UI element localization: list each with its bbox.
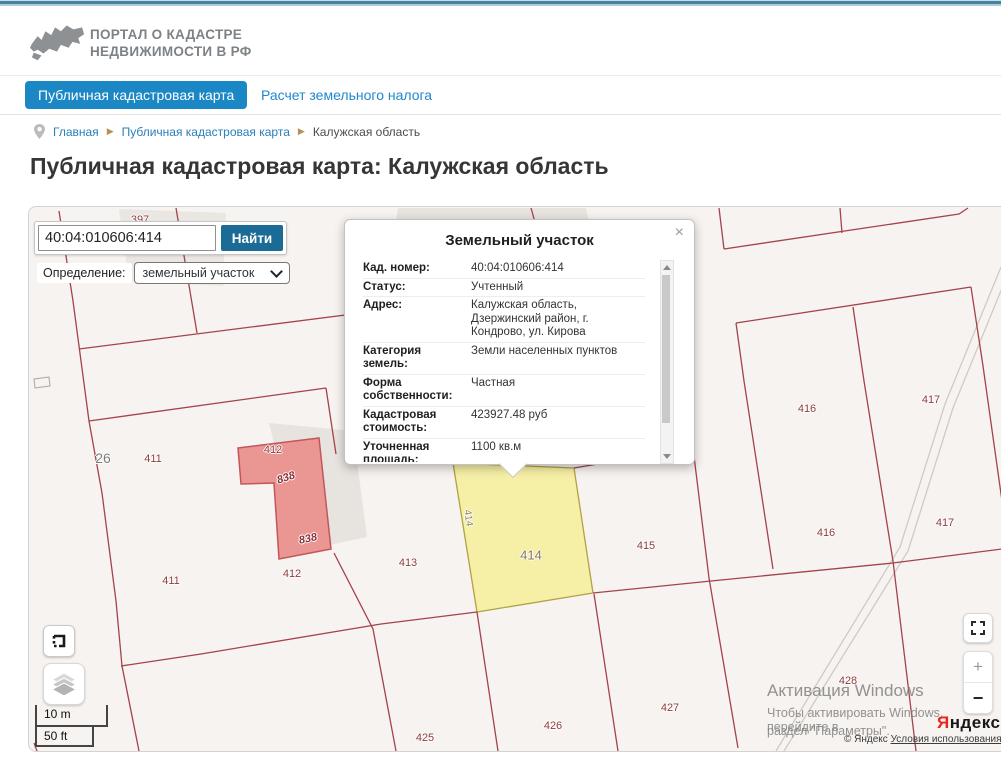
row-label: Кадастровая стоимость: — [363, 408, 437, 435]
layers-icon — [50, 672, 78, 697]
row-value: Учтенный — [471, 280, 524, 293]
definition-filter: Определение: земельный участок — [37, 262, 290, 284]
definition-select-value: земельный участок — [142, 266, 255, 280]
site-title-line2: НЕДВИЖИМОСТИ В РФ — [90, 44, 252, 59]
page: ПОРТАЛ О КАДАСТРЕ НЕДВИЖИМОСТИ В РФ Публ… — [0, 0, 1001, 767]
scrollbar-thumb[interactable] — [662, 275, 670, 423]
breadcrumb-section[interactable]: Публичная кадастровая карта — [122, 125, 290, 139]
row-label: Адрес: — [363, 299, 403, 311]
site-title: ПОРТАЛ О КАДАСТРЕ НЕДВИЖИМОСТИ В РФ — [90, 26, 252, 60]
parcel-label: 411 — [144, 453, 162, 465]
selected-parcel-label: 414 — [520, 547, 542, 563]
yandex-logo: Яндекс — [937, 713, 1000, 733]
parcel-label: 416 — [816, 527, 836, 539]
copyright-text: © Яндекс — [844, 734, 888, 745]
popup-row: Кад. номер: 40:04:010606:414 — [363, 260, 645, 279]
parcel-label: 417 — [921, 394, 941, 406]
area-select-icon — [52, 634, 66, 648]
pin-icon — [34, 124, 45, 139]
row-label: Статус: — [363, 280, 406, 293]
parcel-info-popup: × Земельный участок Кад. номер: 40:04:01… — [344, 219, 695, 479]
yandex-logo-ya: Я — [937, 713, 950, 732]
row-label: Кад. номер: — [363, 262, 430, 274]
popup-rows: Кад. номер: 40:04:010606:414 Статус: Учт… — [363, 260, 645, 462]
scroll-down-icon[interactable] — [663, 454, 671, 459]
site-header: ПОРТАЛ О КАДАСТРЕ НЕДВИЖИМОСТИ В РФ — [0, 6, 1001, 76]
parcel-label: 428 — [838, 675, 858, 687]
popup-row: Категория земель: Земли населенных пункт… — [363, 343, 645, 375]
row-value: 423927.48 руб — [471, 408, 548, 421]
fullscreen-icon — [971, 621, 985, 635]
area-select-button[interactable] — [43, 625, 75, 657]
breadcrumb: Главная ▶ Публичная кадастровая карта ▶ … — [34, 124, 420, 139]
fullscreen-button[interactable] — [963, 613, 993, 643]
selected-parcel-edge-label: 414 — [461, 509, 475, 527]
popup-row: Адрес: Калужская область, Дзержинский ра… — [363, 297, 645, 343]
russia-map-logo-icon — [29, 25, 85, 61]
map-attribution: © Яндекс Условия использования — [844, 734, 1001, 745]
breadcrumb-separator-icon: ▶ — [106, 126, 114, 136]
scale-imperial: 50 ft — [35, 727, 94, 747]
row-value: Калужская область, Дзержинский район, г.… — [471, 299, 589, 338]
search-input[interactable] — [38, 225, 216, 251]
map-canvas[interactable]: 397 26 411 411 412 412 838 838 413 414 4… — [28, 206, 1001, 752]
parcel-label: 417 — [935, 517, 955, 529]
popup-row: Кадастровая стоимость: 423927.48 руб — [363, 407, 645, 439]
tab-land-tax-calculation[interactable]: Расчет земельного налога — [261, 81, 432, 109]
parcel-label: 26 — [95, 450, 111, 466]
breadcrumb-separator-icon: ▶ — [297, 126, 305, 136]
tab-bar: Публичная кадастровая карта Расчет земел… — [0, 76, 1001, 115]
zoom-in-button[interactable]: + — [964, 652, 992, 683]
yandex-logo-rest: ндекс — [949, 713, 1001, 732]
scale-metric: 10 m — [35, 705, 108, 727]
site-title-line1: ПОРТАЛ О КАДАСТРЕ — [90, 27, 243, 42]
popup-row: Уточненная площадь: 1100 кв.м — [363, 439, 645, 463]
parcel-label: 413 — [398, 557, 418, 569]
breadcrumb-home[interactable]: Главная — [53, 125, 99, 139]
row-label: Форма собственности: — [363, 376, 453, 403]
scale-ruler: 10 m 50 ft — [35, 705, 108, 747]
zoom-out-button[interactable]: − — [964, 683, 992, 713]
parcel-label: 412 — [282, 568, 302, 580]
popup-row: Форма собственности: Частная — [363, 375, 645, 407]
layers-button[interactable] — [43, 663, 85, 705]
breadcrumb-current: Калужская область — [312, 124, 421, 139]
row-value: Земли населенных пунктов — [471, 344, 618, 357]
parcel-label: 425 — [415, 732, 435, 744]
search-button[interactable]: Найти — [221, 225, 283, 251]
parcel-label: 426 — [543, 720, 563, 732]
parcel-label: 412 — [263, 444, 283, 456]
row-value: 1100 кв.м — [471, 440, 522, 453]
tab-public-cadastral-map[interactable]: Публичная кадастровая карта — [25, 81, 248, 109]
row-value: 40:04:010606:414 — [471, 262, 564, 274]
definition-select[interactable]: земельный участок — [133, 262, 290, 284]
close-icon[interactable]: × — [675, 225, 684, 241]
parcel-label: 427 — [660, 702, 680, 714]
definition-filter-label: Определение: — [37, 263, 132, 283]
popup-title: Земельный участок — [445, 232, 594, 249]
row-label: Категория земель: — [363, 344, 422, 371]
page-title: Публичная кадастровая карта: Калужская о… — [30, 153, 609, 179]
parcel-label: 411 — [162, 575, 180, 587]
terms-of-use-link[interactable]: Условия использования — [891, 734, 1001, 745]
parcel-label: 415 — [636, 540, 656, 552]
search-widget: Найти — [34, 221, 287, 255]
scroll-up-icon[interactable] — [663, 265, 671, 270]
row-value: Частная — [471, 376, 516, 389]
chevron-down-icon — [269, 265, 283, 278]
zoom-control: + − — [963, 651, 993, 714]
parcel-label: 416 — [797, 403, 817, 415]
popup-row: Статус: Учтенный — [363, 279, 645, 297]
row-label: Уточненная площадь: — [363, 440, 430, 463]
popup-scrollbar[interactable] — [660, 260, 674, 464]
